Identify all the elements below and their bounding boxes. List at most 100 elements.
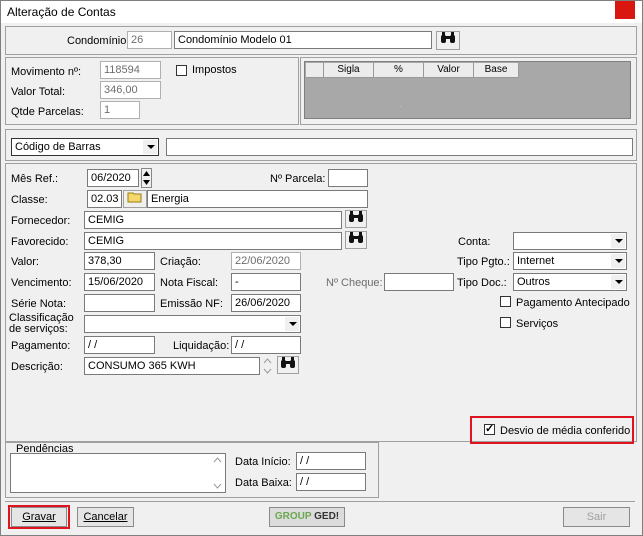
grid-corner [306,63,324,78]
group-ged-logo-group: GROUP [274,511,312,522]
fornecedor-field[interactable]: CEMIG [84,211,342,229]
data-inicio-field[interactable]: / / [296,452,366,470]
classe-code-field[interactable]: 02.03 [87,190,122,208]
window: Alteração de Contas Condomínio: 26 Condo… [0,0,643,536]
binoculars-icon[interactable] [277,356,299,374]
binoculars-icon[interactable] [345,231,367,249]
fornecedor-label: Fornecedor: [11,215,71,227]
parcelas-field: 1 [100,101,140,119]
grid-empty-marker: . [399,100,402,109]
chevron-down-icon[interactable] [285,317,299,331]
chevron-down-icon[interactable] [611,254,625,268]
favorecido-field[interactable]: CEMIG [84,232,342,250]
movimento-numero-field: 118594 [100,61,161,79]
grid-header-sigla[interactable]: Sigla [324,63,374,78]
mes-ref-label: Mês Ref.: [11,173,59,185]
tipo-pgto-select[interactable]: Internet [513,252,627,270]
valor-label: Valor: [11,256,39,268]
conta-label: Conta: [458,236,491,248]
grid-header-valor[interactable]: Valor [424,63,474,78]
desvio-checkbox[interactable] [484,422,495,435]
criacao-label: Criação: [160,256,201,268]
mes-ref-field[interactable]: 06/2020 [87,169,139,187]
cancelar-button[interactable]: Cancelar [77,507,134,527]
pagamento-field[interactable]: / / [84,336,155,354]
binoculars-icon[interactable] [345,210,367,228]
classificacao-label-line2: de serviços: [9,323,68,335]
group-ged-button[interactable]: GROUP GED! [269,507,345,527]
cheque-field[interactable] [384,273,454,291]
vencimento-label: Vencimento: [11,277,72,289]
impostos-grid[interactable]: Sigla % Valor Base . [304,61,631,119]
parcela-label: Nº Parcela: [270,173,326,185]
vencimento-field[interactable]: 15/06/2020 [84,273,155,291]
nota-fiscal-label: Nota Fiscal: [160,277,219,289]
nota-fiscal-field[interactable]: - [231,273,301,291]
pagamento-antecipado-label: Pagamento Antecipado [516,297,630,309]
tipo-pgto-value: Internet [517,255,555,267]
pagamento-label: Pagamento: [11,340,71,352]
tipo-pgto-label: Tipo Pgto.: [457,256,510,268]
data-inicio-label: Data Início: [235,456,291,468]
condominio-label: Condomínio: [67,35,130,47]
movimento-numero-label: Movimento nº: [11,66,82,78]
criacao-field: 22/06/2020 [231,252,301,270]
emissao-label: Emissão NF: [160,298,223,310]
grid-header-base[interactable]: Base [474,63,519,78]
descricao-label: Descrição: [11,361,63,373]
spinner-arrows-icon [143,171,150,185]
scroll-arrows-icon [263,358,272,374]
favorecido-label: Favorecido: [11,236,69,248]
gravar-button[interactable]: Gravar [11,507,67,527]
tipo-doc-value: Outros [517,276,551,288]
emissao-field[interactable]: 26/06/2020 [231,294,301,312]
valor-total-label: Valor Total: [11,86,66,98]
tipo-doc-label: Tipo Doc.: [457,277,507,289]
classe-label: Classe: [11,194,48,206]
scroll-arrows-icon [213,457,222,489]
binoculars-icon[interactable] [436,31,460,50]
descricao-scroll[interactable] [262,356,273,376]
bottom-divider [5,501,635,502]
parcela-field[interactable] [328,169,368,187]
condominio-code-field[interactable]: 26 [127,31,172,49]
barcode-type-select[interactable]: Código de Barras [11,138,159,156]
serie-nota-label: Série Nota: [11,298,67,310]
servicos-checkbox[interactable] [500,317,511,328]
barcode-type-value: Código de Barras [15,141,101,153]
servicos-label: Serviços [516,318,559,330]
cheque-label: Nº Cheque: [326,277,383,289]
parcelas-label: Qtde Parcelas: [11,106,84,118]
serie-nota-field[interactable] [84,294,155,312]
data-baixa-label: Data Baixa: [235,477,292,489]
barcode-input[interactable] [166,138,633,156]
pendencias-textarea[interactable] [10,453,226,493]
group-ged-logo-ged: GED! [314,511,340,522]
title-bar: Alteração de Contas [1,1,642,23]
chevron-down-icon[interactable] [611,234,625,248]
liquidacao-field[interactable]: / / [231,336,301,354]
classificacao-select[interactable] [84,315,301,333]
mes-ref-spinner[interactable] [141,168,152,188]
impostos-label: Impostos [192,64,237,76]
impostos-checkbox[interactable] [176,65,187,76]
data-baixa-field[interactable]: / / [296,473,366,491]
close-button[interactable] [615,1,635,19]
conta-select[interactable] [513,232,627,250]
grid-header-percent[interactable]: % [374,63,424,78]
pagamento-antecipado-checkbox[interactable] [500,296,511,307]
desvio-label: Desvio de média conferido [500,425,631,437]
descricao-field[interactable]: CONSUMO 365 KWH [84,357,260,375]
folder-icon[interactable] [123,190,147,208]
chevron-down-icon[interactable] [143,140,157,154]
liquidacao-label: Liquidação: [173,340,230,352]
sair-button[interactable]: Sair [563,507,630,527]
window-title: Alteração de Contas [7,5,116,19]
classificacao-label: Classificação de serviços: [9,313,74,335]
classe-name-field[interactable]: Energia [147,190,368,208]
chevron-down-icon[interactable] [611,275,625,289]
tipo-doc-select[interactable]: Outros [513,273,627,291]
condominio-name-field[interactable]: Condomínio Modelo 01 [174,31,432,49]
valor-field[interactable]: 378,30 [84,252,155,270]
valor-total-field: 346,00 [100,81,161,99]
